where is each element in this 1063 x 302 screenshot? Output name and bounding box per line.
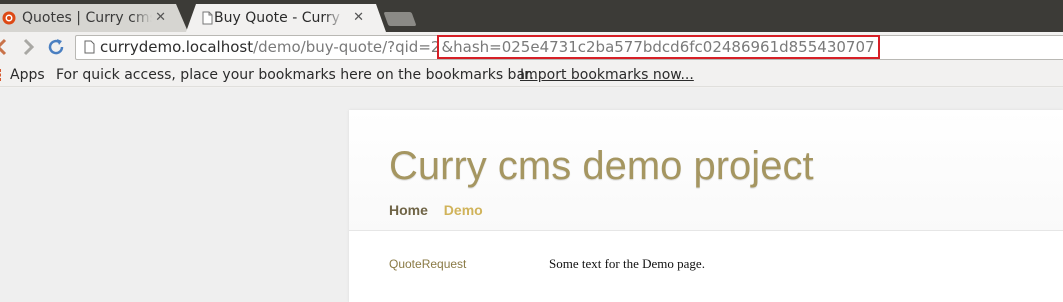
url-hash-highlight: &hash=025e4731c2ba577bdcd6fc02486961d855… <box>437 35 880 59</box>
new-tab-button[interactable] <box>383 12 417 26</box>
forward-arrow-icon[interactable] <box>18 37 38 57</box>
main-nav: Home Demo <box>389 202 495 218</box>
nav-home-link[interactable]: Home <box>389 202 428 218</box>
sidebar-link-quoterequest[interactable]: QuoteRequest <box>389 257 466 271</box>
tab-strip: Quotes | Curry cms d ✕ Buy Quote - Curry… <box>0 0 1063 32</box>
page-icon <box>84 40 95 54</box>
tab-buy-quote[interactable]: Buy Quote - Curry cm ✕ <box>186 4 386 32</box>
import-bookmarks-link[interactable]: Import bookmarks now... <box>520 63 694 87</box>
site-header: Curry cms demo project Home Demo <box>349 110 1063 231</box>
close-tab-icon[interactable]: ✕ <box>353 4 364 32</box>
bookmarks-hint: For quick access, place your bookmarks h… <box>56 67 534 83</box>
url-host: currydemo.localhost <box>100 38 254 56</box>
site-container: Curry cms demo project Home Demo QuoteRe… <box>349 110 1063 302</box>
page-icon <box>202 11 213 25</box>
tab-title: Buy Quote - Curry cm <box>214 10 344 26</box>
apps-grid-icon <box>0 69 1 81</box>
back-arrow-icon[interactable] <box>0 37 12 57</box>
page-viewport: Curry cms demo project Home Demo QuoteRe… <box>0 88 1063 302</box>
apps-shortcut[interactable]: Apps <box>10 63 45 87</box>
tab-title: Quotes | Curry cms d <box>22 10 152 26</box>
url-path: /demo/buy-quote/?qid=2 <box>253 38 441 56</box>
tab-quotes[interactable]: Quotes | Curry cms d ✕ <box>0 4 188 32</box>
close-tab-icon[interactable]: ✕ <box>155 4 166 32</box>
site-title: Curry cms demo project <box>389 144 814 188</box>
bookmarks-bar: Apps For quick access, place your bookma… <box>0 63 1063 87</box>
nav-demo-link[interactable]: Demo <box>444 202 483 218</box>
ubuntu-logo-icon <box>2 11 16 25</box>
address-bar[interactable]: currydemo.localhost/demo/buy-quote/?qid=… <box>75 35 1063 60</box>
reload-icon[interactable] <box>46 37 66 57</box>
page-body-text: Some text for the Demo page. <box>549 256 705 271</box>
browser-toolbar: currydemo.localhost/demo/buy-quote/?qid=… <box>0 32 1063 63</box>
